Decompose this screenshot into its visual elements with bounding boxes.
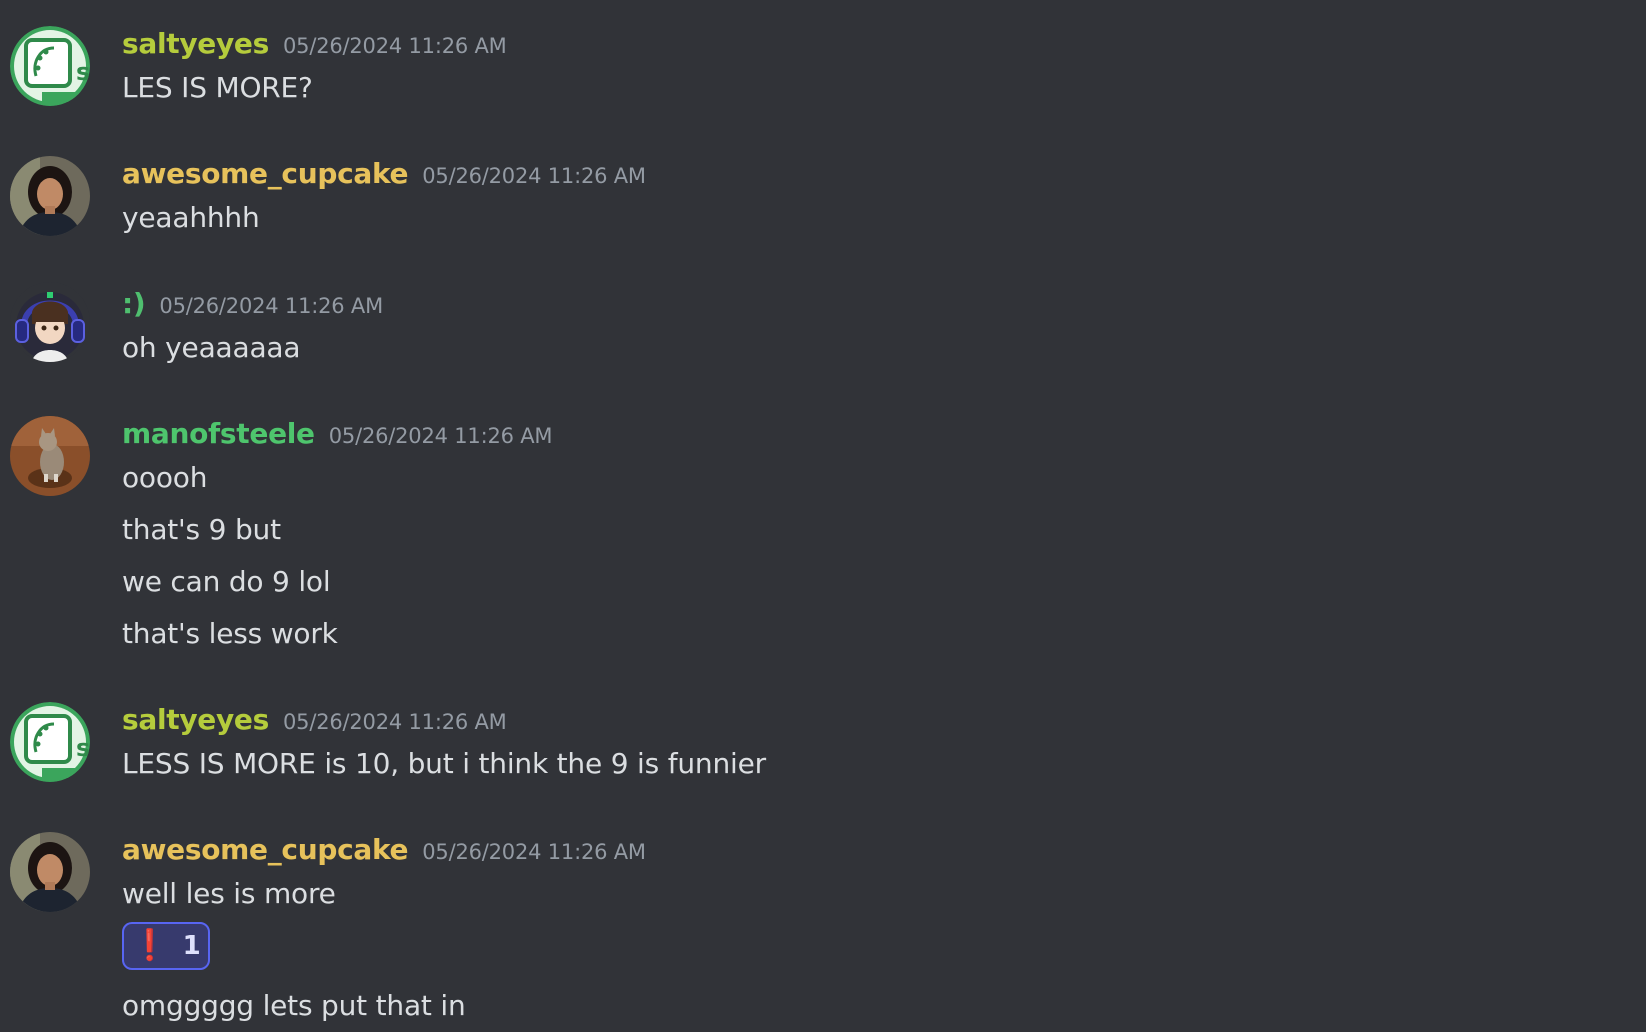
message-text: yeaahhhh <box>122 201 260 234</box>
cat-photo-avatar <box>10 416 90 496</box>
exclamation-icon: ❗ <box>131 928 169 963</box>
message-timestamp: 05/26/2024 11:26 AM <box>422 164 646 188</box>
username-saltyeyes[interactable]: saltyeyes <box>122 703 269 736</box>
woman-portrait-avatar <box>10 156 90 236</box>
message-header: manofsteele 05/26/2024 11:26 AM <box>122 416 553 452</box>
message-text: LES IS MORE? <box>122 71 313 104</box>
reaction-button[interactable]: ❗ 1 <box>122 922 210 970</box>
message-text: we can do 9 lol <box>122 565 331 598</box>
username-awesome-cupcake[interactable]: awesome_cupcake <box>122 833 409 866</box>
username-manofsteele[interactable]: manofsteele <box>122 417 315 450</box>
message-text: that's 9 but <box>122 513 281 546</box>
message-text: well les is more <box>122 877 336 910</box>
message-timestamp: 05/26/2024 11:26 AM <box>328 424 553 448</box>
anime-headphones-avatar <box>10 282 90 362</box>
avatar-smiley[interactable] <box>10 282 90 362</box>
username-smiley[interactable]: :) <box>122 287 146 320</box>
message-header: awesome_cupcake 05/26/2024 11:26 AM <box>122 832 646 868</box>
message-text: LESS IS MORE is 10, but i think the 9 is… <box>122 747 766 780</box>
svg-text:s: s <box>76 58 90 86</box>
username-saltyeyes[interactable]: saltyeyes <box>122 27 269 60</box>
message-text: ooooh <box>122 461 208 494</box>
message-header: saltyeyes 05/26/2024 11:26 AM <box>122 702 507 738</box>
message-timestamp: 05/26/2024 11:26 AM <box>422 840 646 864</box>
avatar-awesome-cupcake[interactable] <box>10 832 90 912</box>
green-plant-logo-icon: s <box>10 702 90 782</box>
username-awesome-cupcake[interactable]: awesome_cupcake <box>122 157 409 190</box>
avatar-saltyeyes[interactable]: s <box>10 26 90 106</box>
woman-portrait-avatar <box>10 832 90 912</box>
avatar-awesome-cupcake[interactable] <box>10 156 90 236</box>
message-text: omggggg lets put that in <box>122 989 466 1022</box>
message-timestamp: 05/26/2024 11:26 AM <box>283 34 507 58</box>
avatar-manofsteele[interactable] <box>10 416 90 496</box>
message-header: :) 05/26/2024 11:26 AM <box>122 286 383 322</box>
reaction-count: 1 <box>182 931 201 961</box>
message-header: saltyeyes 05/26/2024 11:26 AM <box>122 26 507 62</box>
message-header: awesome_cupcake 05/26/2024 11:26 AM <box>122 156 646 192</box>
message-text: oh yeaaaaaa <box>122 331 301 364</box>
green-plant-logo-icon: s <box>10 26 90 106</box>
svg-text:s: s <box>76 734 90 762</box>
avatar-saltyeyes[interactable]: s <box>10 702 90 782</box>
message-text: that's less work <box>122 617 338 650</box>
message-timestamp: 05/26/2024 11:26 AM <box>283 710 507 734</box>
chat-message-list: s saltyeyes 05/26/2024 11:26 AM LES IS MO… <box>0 0 1646 1032</box>
message-timestamp: 05/26/2024 11:26 AM <box>159 294 383 318</box>
